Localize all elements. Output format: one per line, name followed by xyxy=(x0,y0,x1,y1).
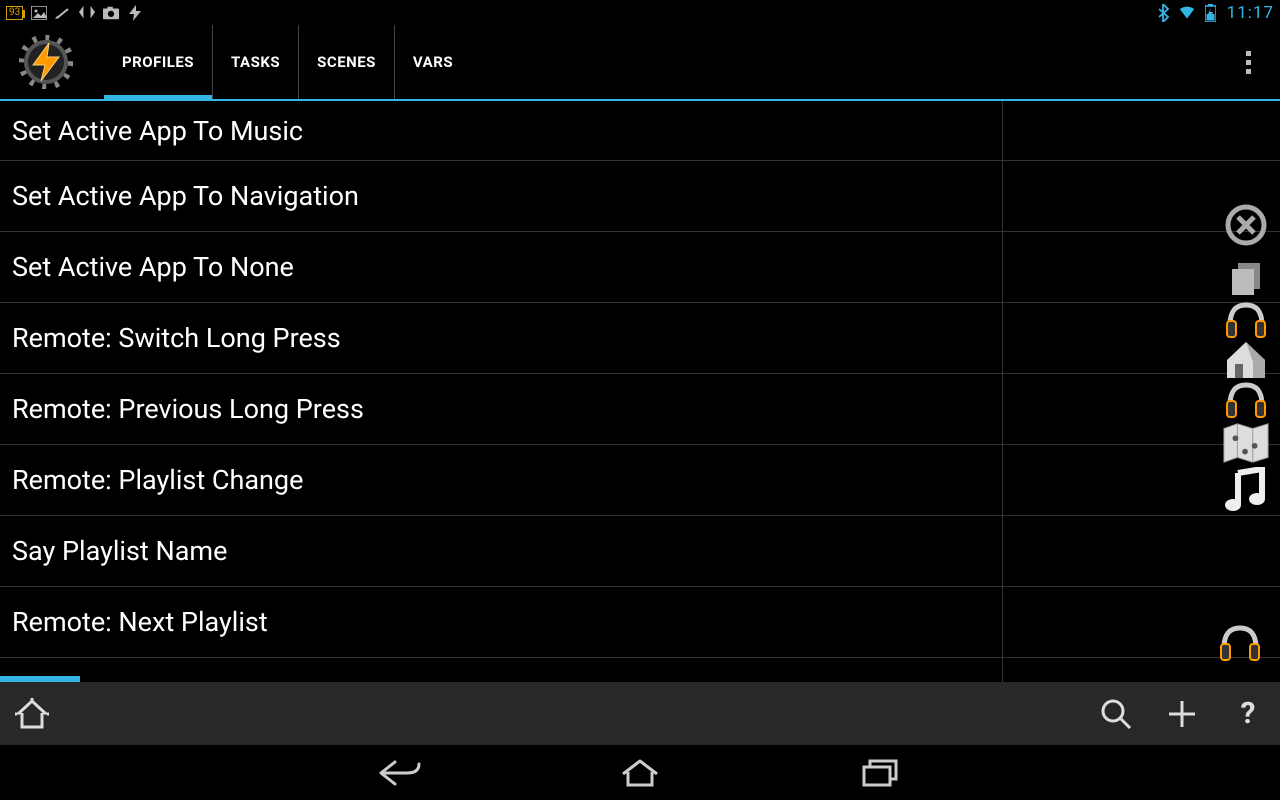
tab-label: SCENES xyxy=(317,53,376,71)
task-row[interactable]: Remote: Playlist Change xyxy=(0,445,1280,516)
home-nav-button[interactable] xyxy=(605,755,675,791)
status-clock: 11:17 xyxy=(1227,3,1274,23)
camera-icon xyxy=(103,5,119,21)
recent-apps-button[interactable] xyxy=(845,755,915,791)
music-note-icon[interactable] xyxy=(1222,467,1270,515)
task-row[interactable]: Remote: Switch Long Press xyxy=(0,303,1280,374)
action-bar: PROFILES TASKS SCENES VARS xyxy=(0,25,1280,101)
wifi-icon xyxy=(1179,5,1195,21)
task-title: Remote: Playlist Change xyxy=(12,464,303,496)
home-button[interactable] xyxy=(14,696,50,732)
tab-profiles[interactable]: PROFILES xyxy=(104,25,212,99)
tab-vars[interactable]: VARS xyxy=(394,25,471,99)
close-circle-icon[interactable] xyxy=(1222,201,1270,249)
sync-icon xyxy=(79,5,95,21)
tab-bar: PROFILES TASKS SCENES VARS xyxy=(104,25,471,99)
scroll-indicator xyxy=(0,676,80,682)
back-button[interactable] xyxy=(365,755,435,791)
tab-label: TASKS xyxy=(231,53,280,71)
task-list-container: Set Active App To Music Set Active App T… xyxy=(0,101,1280,682)
task-title: Remote: Next Playlist xyxy=(12,606,268,638)
tab-scenes[interactable]: SCENES xyxy=(298,25,394,99)
tab-label: PROFILES xyxy=(122,53,194,71)
task-list[interactable]: Set Active App To Music Set Active App T… xyxy=(0,101,1280,682)
task-title: Set Active App To Navigation xyxy=(12,180,359,212)
help-button[interactable]: ? xyxy=(1230,696,1266,732)
task-row[interactable]: Set Active App To Navigation xyxy=(0,161,1280,232)
bolt-icon xyxy=(127,5,143,21)
headphones-icon[interactable] xyxy=(1222,375,1270,423)
task-row[interactable]: Remote: Next Playlist xyxy=(0,587,1280,658)
image-icon xyxy=(31,5,47,21)
bottom-toolbar: ? xyxy=(0,682,1280,745)
battery-charging-icon xyxy=(1203,5,1219,21)
search-button[interactable] xyxy=(1098,696,1134,732)
task-title: Remote: Switch Long Press xyxy=(12,322,341,354)
task-row[interactable]: Say Playlist Name xyxy=(0,516,1280,587)
task-title: Remote: Previous Long Press xyxy=(12,393,364,425)
task-title: Set Active App To Music xyxy=(12,115,303,147)
task-row[interactable]: Remote: Previous Long Press xyxy=(0,374,1280,445)
tab-tasks[interactable]: TASKS xyxy=(212,25,298,99)
battery-percent-icon: 93 xyxy=(6,6,23,20)
task-title: Say Playlist Name xyxy=(12,535,227,567)
edit-icon xyxy=(55,5,71,21)
headphones-icon[interactable] xyxy=(1218,622,1262,662)
android-status-bar: 93 11:17 xyxy=(0,0,1280,25)
bluetooth-icon xyxy=(1155,5,1171,21)
overflow-menu-button[interactable] xyxy=(1228,42,1268,82)
android-nav-bar xyxy=(0,745,1280,800)
map-icon[interactable] xyxy=(1222,419,1270,467)
side-icon-stack xyxy=(1222,201,1270,515)
task-row[interactable]: Set Active App To Music xyxy=(0,101,1280,161)
tasker-logo-icon[interactable] xyxy=(18,34,74,90)
add-button[interactable] xyxy=(1164,696,1200,732)
task-row[interactable]: Set Active App To None xyxy=(0,232,1280,303)
task-title: Set Active App To None xyxy=(12,251,294,283)
tab-label: VARS xyxy=(413,53,453,71)
